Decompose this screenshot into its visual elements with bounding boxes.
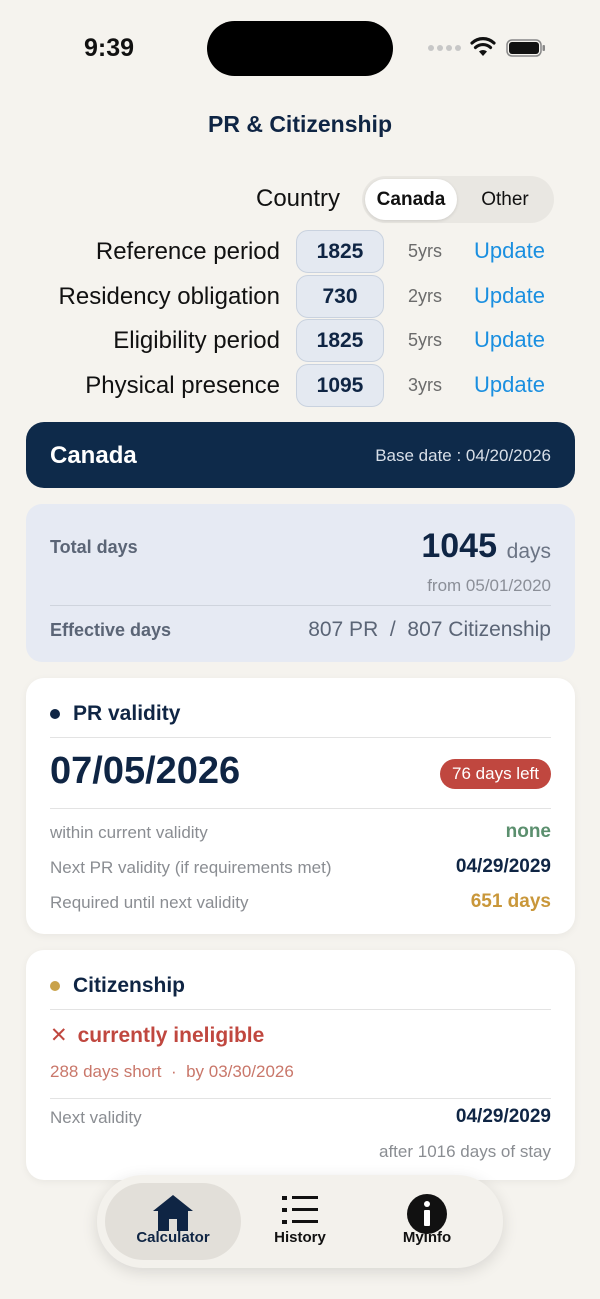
citizenship-status-dot [50, 981, 60, 991]
info-label: Next PR validity (if requirements met) [50, 858, 332, 877]
after-stay-text: after 1016 days of stay [379, 1142, 551, 1161]
signal-dots-icon [428, 45, 461, 51]
info-value: 04/29/2029 [455, 1106, 551, 1127]
total-days-unit: days [506, 540, 551, 563]
days-left-badge: 76 days left [440, 759, 551, 789]
info-label: Next validity [50, 1108, 142, 1127]
page-title: PR & Citizenship [207, 111, 392, 137]
update-link[interactable]: Update [474, 238, 545, 264]
eligibility-status-text: currently ineligible [77, 1024, 265, 1047]
setting-row-residency-obligation: Residency obligation 730 2yrs Update [0, 275, 600, 319]
citizenship-card-title: Citizenship [73, 974, 186, 997]
pr-card-title: PR validity [73, 702, 181, 725]
info-value: 04/29/2029 [455, 856, 551, 877]
tab-history[interactable]: History [232, 1183, 368, 1260]
status-time: 9:39 [84, 34, 135, 62]
setting-label: Reference period [95, 238, 280, 265]
status-bar: 9:39 [0, 0, 600, 100]
setting-row-physical-presence: Physical presence 1095 3yrs Update [0, 364, 600, 408]
country-option-other[interactable]: Other [459, 179, 551, 220]
citizenship-title-row: Citizenship [50, 974, 185, 998]
info-label: within current validity [50, 823, 208, 842]
tab-myinfo[interactable]: MyInfo [359, 1183, 495, 1260]
citizenship-info-row: Next validity 04/29/2029 [50, 1106, 551, 1132]
tab-bar: Calculator History MyInfo [97, 1175, 503, 1268]
pr-title-row: PR validity [50, 702, 180, 726]
pr-validity-card[interactable]: PR validity 07/05/2026 76 days left with… [26, 678, 575, 934]
setting-years: 5yrs [408, 330, 443, 350]
divider [50, 605, 551, 606]
pr-info-row: within current validity none [50, 821, 551, 847]
info-value: 651 days [470, 891, 551, 912]
setting-label: Physical presence [85, 372, 280, 399]
close-icon: ✕ [50, 1024, 68, 1047]
home-icon [153, 1195, 193, 1231]
tab-calculator[interactable]: Calculator [105, 1183, 241, 1260]
setting-label: Residency obligation [58, 283, 280, 310]
info-label: Required until next validity [50, 893, 249, 912]
divider [50, 737, 551, 738]
info-icon [407, 1194, 447, 1234]
list-icon [282, 1196, 318, 1224]
setting-years: 3yrs [408, 375, 443, 395]
effective-days-value: 807 PR / 807 Citizenship [308, 618, 551, 641]
update-link[interactable]: Update [474, 372, 545, 398]
info-value: none [505, 821, 551, 842]
country-label: Country [256, 185, 341, 212]
citizenship-card[interactable]: Citizenship ✕ currently ineligible 288 da… [26, 950, 575, 1180]
setting-value-field[interactable]: 1825 [296, 230, 384, 273]
eligibility-status: ✕ currently ineligible [50, 1023, 264, 1048]
days-short-text: 288 days short · by 03/30/2026 [50, 1062, 294, 1081]
pr-info-row: Next PR validity (if requirements met) 0… [50, 856, 551, 882]
country-option-canada[interactable]: Canada [365, 179, 457, 220]
base-date: Base date : 04/20/2026 [375, 446, 551, 465]
divider [50, 1098, 551, 1099]
update-link[interactable]: Update [474, 283, 545, 309]
pr-info-row: Required until next validity 651 days [50, 891, 551, 917]
total-days-card: Total days 1045 days from 05/01/2020 Eff… [26, 504, 575, 662]
setting-value-field[interactable]: 1825 [296, 319, 384, 362]
setting-years: 5yrs [408, 241, 443, 261]
total-days-value: 1045 [421, 527, 497, 565]
dynamic-island [207, 21, 393, 76]
divider [50, 808, 551, 809]
setting-value-field[interactable]: 1095 [296, 364, 384, 407]
total-days-label: Total days [50, 537, 138, 557]
setting-label: Eligibility period [113, 327, 280, 354]
setting-value-field[interactable]: 730 [296, 275, 384, 318]
update-link[interactable]: Update [474, 327, 545, 353]
battery-icon [506, 39, 545, 57]
setting-row-reference-period: Reference period 1825 5yrs Update [0, 230, 600, 274]
header-country: Canada [50, 442, 137, 469]
country-header-band: Canada Base date : 04/20/2026 [26, 422, 575, 488]
wifi-icon [470, 37, 496, 56]
pr-expiry-date: 07/05/2026 [50, 750, 241, 792]
tab-label: History [274, 1229, 326, 1246]
effective-days-label: Effective days [50, 620, 172, 640]
divider [50, 1009, 551, 1010]
setting-row-eligibility-period: Eligibility period 1825 5yrs Update [0, 319, 600, 363]
total-days-from: from 05/01/2020 [427, 576, 551, 595]
pr-status-dot [50, 709, 60, 719]
country-segmented-control[interactable]: Canada Other [362, 176, 554, 223]
setting-years: 2yrs [408, 286, 443, 306]
